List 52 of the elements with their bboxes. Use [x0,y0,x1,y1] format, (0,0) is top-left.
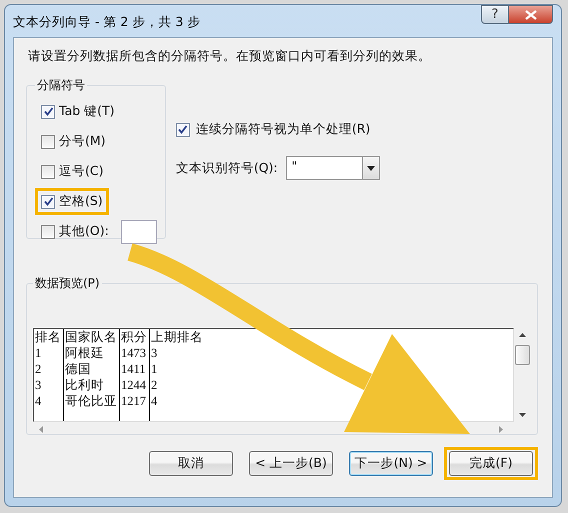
dialog-button[interactable]: 取消 [149,451,233,476]
window-title: 文本分列向导 - 第 2 步，共 3 步 [13,14,200,31]
table-cell-text: 德国 [65,361,92,377]
table-cell: 排名 [35,329,61,345]
checkbox[interactable] [41,224,55,238]
checkbox[interactable] [41,104,55,118]
group-title: 数据预览(P) [34,275,101,292]
checkbox[interactable] [41,164,55,178]
checkbox-label[interactable]: 连续分隔符号视为单个处理(R) [196,121,370,138]
instruction-text: 请设置分列数据所包含的分隔符号。在预览窗口内可看到分列的效果。 [28,48,432,65]
checkbox[interactable] [41,134,55,148]
checkbox-label[interactable]: 空格(S) [59,193,103,210]
table-cell-text: 4 [151,393,158,409]
table-cell-text: 阿根廷 [65,345,105,361]
close-button[interactable] [509,5,553,24]
table-cell: 1473 [121,345,147,361]
table-cell-text: 1 [35,345,42,361]
other-delimiter-field[interactable] [120,220,157,244]
dialog-button[interactable]: 完成(F) [449,451,533,476]
table-cell: 哥伦比亚 [65,393,117,409]
dialog-button[interactable]: 下一步(N) > [349,451,433,476]
dialog-button[interactable]: < 上一步(B) [249,451,333,476]
table-cell-text: 4 [35,393,42,409]
table-cell-text: 比利时 [65,377,105,393]
help-button[interactable]: ? [481,5,509,24]
qualifier-dropdown[interactable]: " [286,156,380,180]
table-cell-text: 1 [151,361,158,377]
table-cell: 1217 [121,393,147,409]
scroll-up-icon[interactable] [519,333,526,337]
checkbox[interactable] [176,122,190,136]
checkbox-label[interactable]: Tab 键(T) [59,103,115,120]
caret-icon [366,166,375,170]
qualifier-label: 文本识别符号(Q): [176,160,278,176]
group-title: 分隔符号 [36,77,86,94]
checkbox-label[interactable]: 分号(M) [59,133,106,150]
scroll-right-icon[interactable] [499,426,503,432]
table-cell-text: 2 [35,361,42,377]
scroll-down-icon[interactable] [519,413,526,417]
table-cell-text: 上期排名 [151,329,204,345]
checkbox[interactable] [41,194,55,208]
table-cell-text: 3 [35,377,42,393]
table-cell-text: 3 [151,345,158,361]
table-cell: 国家队名 [65,329,117,345]
scroll-thumb[interactable] [515,345,530,365]
checkbox-label[interactable]: 其他(O): [59,223,109,240]
table-cell: 积分 [121,329,147,345]
table-cell: 1244 [121,377,147,393]
scroll-left-icon[interactable] [39,426,43,432]
table-cell-text: 2 [151,377,158,393]
checkbox-label[interactable]: 逗号(C) [59,163,104,180]
table-cell: 1411 [121,361,147,377]
close-icon [524,10,536,20]
